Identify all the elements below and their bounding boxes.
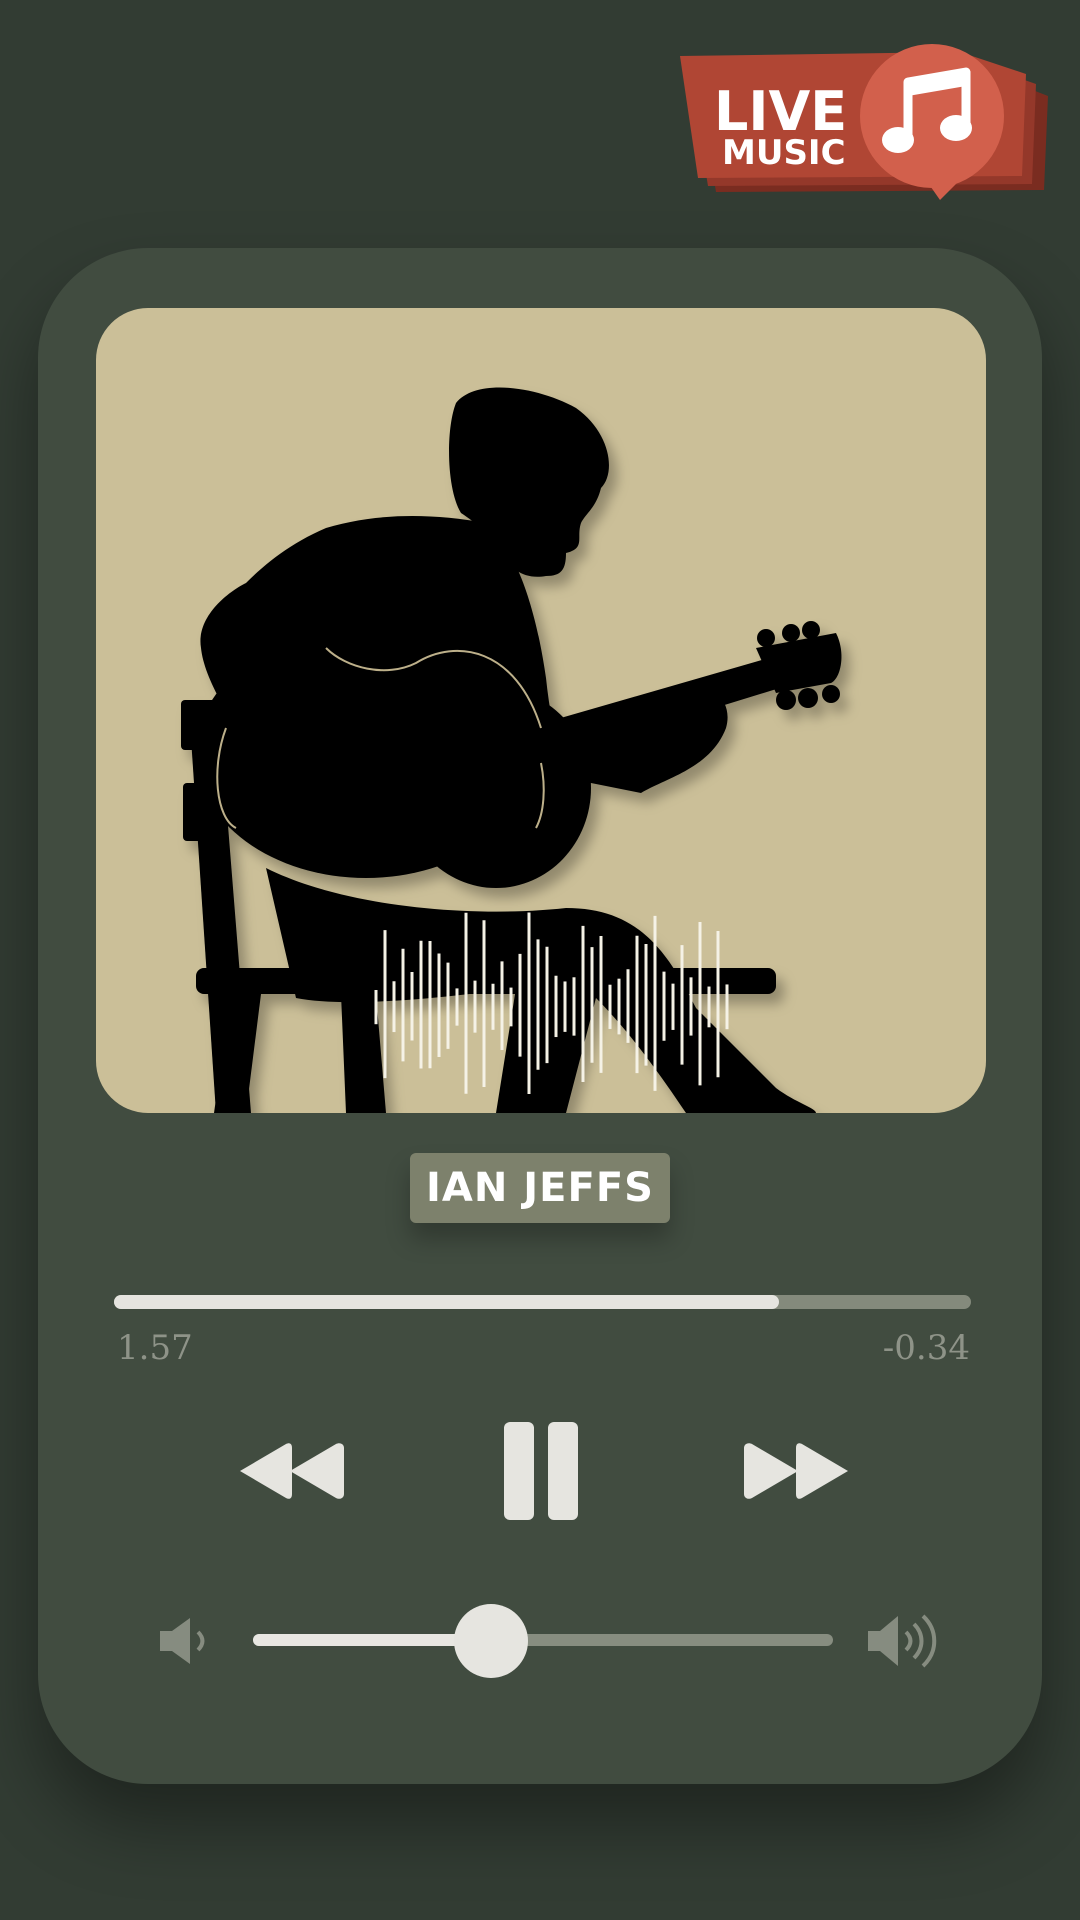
pause-button[interactable] [502,1420,580,1522]
progress-fill [114,1295,780,1309]
pause-icon [504,1422,578,1520]
elapsed-time: 1.57 [117,1328,193,1368]
fast-forward-button[interactable] [740,1438,854,1504]
volume-high-icon [868,1614,937,1668]
volume-low-icon [160,1618,205,1664]
live-music-badge: LIVE MUSIC [680,44,1048,200]
volume-knob[interactable] [453,1604,528,1678]
badge-music-text: MUSIC [722,133,846,173]
volume-slider[interactable] [253,1634,833,1646]
rewind-icon [240,1443,344,1499]
artist-plate: IAN JEFFS [410,1153,670,1223]
fast-forward-icon [744,1443,848,1499]
remaining-time: -0.34 [882,1328,970,1368]
volume-low-button[interactable] [158,1616,210,1666]
volume-high-button[interactable] [866,1612,940,1670]
rewind-button[interactable] [234,1438,348,1504]
artist-name: IAN JEFFS [426,1165,654,1211]
album-artwork [96,308,986,1113]
progress-slider[interactable] [114,1295,971,1309]
